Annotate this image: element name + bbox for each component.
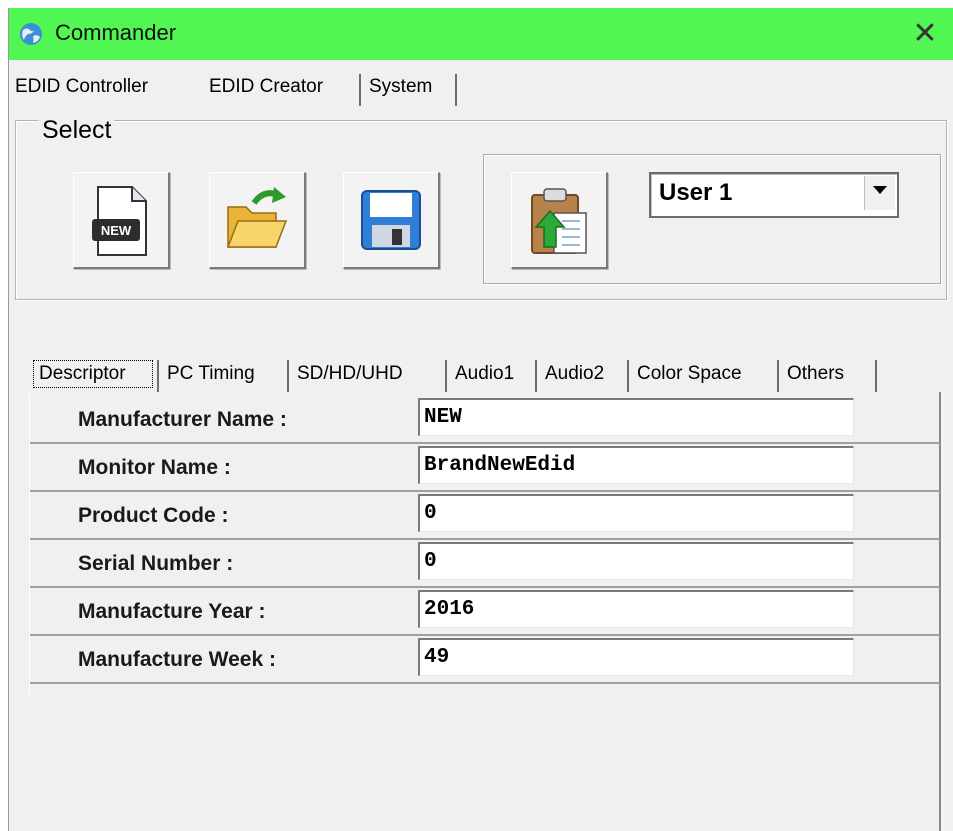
tab-others[interactable]: Others [779,354,877,394]
tab-sd-hd-uhd[interactable]: SD/HD/UHD [289,354,447,394]
manufacture-year-field[interactable] [418,590,854,628]
tab-label: Audio1 [455,363,515,384]
row-label: Manufacture Week : [78,648,276,671]
tab-label: PC Timing [167,363,255,384]
row-label: Manufacturer Name : [78,408,287,431]
tab-pc-timing[interactable]: PC Timing [159,354,289,394]
manufacturer-name-field[interactable] [418,398,854,436]
tab-label: Audio2 [545,363,605,384]
serial-number-field[interactable] [418,542,854,580]
descriptor-row-manufacture-week: Manufacture Week : [30,634,940,684]
product-code-field[interactable] [418,494,854,532]
row-label: Serial Number : [78,552,234,575]
commander-window: Commander ✕ EDID Controller EDID Creator… [8,8,953,831]
save-disk-icon [361,190,421,250]
user-dropdown[interactable]: User 1 [649,172,899,218]
tab-label: EDID Controller [15,76,149,97]
open-button[interactable] [209,172,306,269]
tab-audio2[interactable]: Audio2 [537,354,629,394]
row-label: Manufacture Year : [78,600,266,623]
manufacture-week-field[interactable] [418,638,854,676]
tab-descriptor[interactable]: Descriptor [29,354,159,394]
monitor-name-field[interactable] [418,446,854,484]
globe-icon [20,23,42,45]
descriptor-row-manufacturer-name: Manufacturer Name : [30,394,940,444]
tab-system[interactable]: System [363,68,457,106]
tab-label: Color Space [637,363,742,384]
descriptor-row-monitor-name: Monitor Name : [30,442,940,492]
window-title: Commander [55,20,177,45]
descriptor-row-serial-number: Serial Number : [30,538,940,588]
dropdown-arrow-button[interactable] [864,176,895,210]
upload-clipboard-icon [531,188,587,254]
save-button[interactable] [343,172,440,269]
tab-label: System [369,76,433,97]
user-dropdown-value: User 1 [659,179,733,206]
row-label: Monitor Name : [78,456,231,479]
tab-edid-controller[interactable]: EDID Controller [15,68,195,106]
tab-divider [455,74,457,106]
tab-audio1[interactable]: Audio1 [447,354,537,394]
new-badge-text: NEW [101,223,132,238]
new-file-icon: NEW [92,186,147,256]
tab-edid-creator[interactable]: EDID Creator [199,68,361,106]
tab-label: SD/HD/UHD [297,363,403,384]
descriptor-row-manufacture-year: Manufacture Year : [30,586,940,636]
tab-divider [359,74,361,106]
close-button[interactable]: ✕ [905,16,945,52]
tab-label: Others [787,363,845,384]
tab-label: Descriptor [39,363,126,384]
tab-label: EDID Creator [209,76,324,97]
new-button[interactable]: NEW [73,172,170,269]
row-label: Product Code : [78,504,229,527]
chevron-down-icon [873,186,887,194]
open-folder-icon [226,187,288,248]
title-bar: Commander ✕ [9,8,953,60]
upload-button[interactable] [511,172,608,269]
tab-color-space[interactable]: Color Space [629,354,779,394]
descriptor-grid: Manufacturer Name : Monitor Name : Produ… [29,394,944,694]
descriptor-row-product-code: Product Code : [30,490,940,540]
select-group-legend: Select [39,116,115,145]
tab-divider [875,360,877,392]
